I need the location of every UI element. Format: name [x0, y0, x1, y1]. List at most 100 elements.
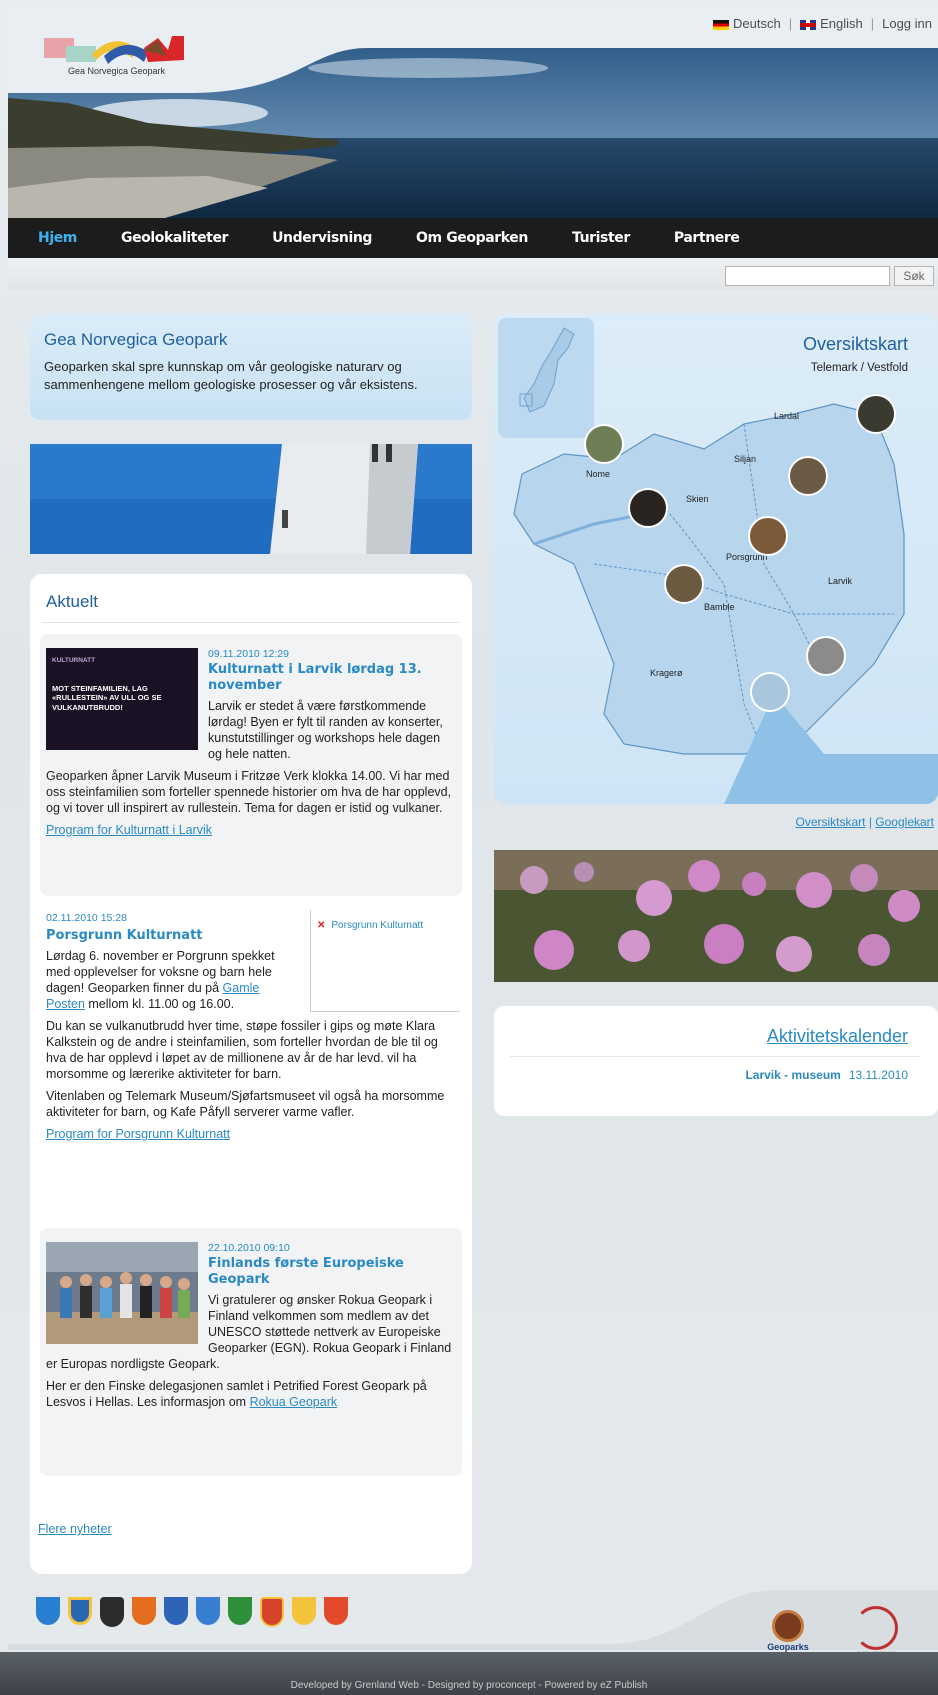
- news-program-link[interactable]: Program for Kulturnatt i Larvik: [46, 822, 456, 838]
- search-button[interactable]: Søk: [894, 266, 934, 286]
- shield-icon[interactable]: [132, 1597, 156, 1625]
- more-news-link[interactable]: Flere nyheter: [38, 1522, 112, 1536]
- calendar-entry-date: 13.11.2010: [848, 1068, 908, 1082]
- intro-text: Geoparken skal spre kunnskap om vår geol…: [44, 359, 418, 392]
- shield-icon[interactable]: [36, 1597, 60, 1625]
- calendar-entry-title: Larvik - museum: [745, 1068, 841, 1082]
- nav-item-geolokaliteter[interactable]: Geolokaliteter: [121, 230, 228, 246]
- calendar-entry[interactable]: Larvik - museum 13.11.2010: [745, 1068, 908, 1082]
- shield-icon[interactable]: [228, 1597, 252, 1625]
- image-alt-text: Porsgrunn Kulturnatt: [331, 920, 424, 931]
- intro-box: Gea Norvegica Geopark Geoparken skal spr…: [30, 314, 472, 420]
- shield-icon[interactable]: [324, 1597, 348, 1625]
- login-link[interactable]: Logg inn: [882, 16, 932, 31]
- map-subtitle: Telemark / Vestfold: [810, 362, 908, 374]
- overview-map-panel: Oversiktskart Telemark / Vestfold Lardal…: [494, 314, 938, 804]
- divider: [42, 622, 460, 623]
- nav-item-partnere[interactable]: Partnere: [674, 230, 740, 246]
- geoparks-logo[interactable]: Geoparks: [758, 1610, 818, 1658]
- shield-icon[interactable]: [68, 1597, 92, 1625]
- municipality-shields: [36, 1597, 348, 1627]
- credit-text: - Designed by: [418, 1680, 487, 1691]
- image-brand: KULTURNATT: [52, 657, 96, 664]
- globe-icon: [772, 1610, 804, 1642]
- news-item: KULTURNATT MOT STEINFAMILIEN, LAG «RULLE…: [40, 634, 462, 896]
- shield-icon[interactable]: [164, 1597, 188, 1625]
- lang-de-link[interactable]: Deutsch: [712, 16, 781, 31]
- shield-icon[interactable]: [196, 1597, 220, 1625]
- geopark-logo: [44, 36, 184, 64]
- map-label-larvik[interactable]: Larvik: [828, 576, 852, 586]
- map-photo-marker[interactable]: [750, 672, 790, 712]
- divider: [510, 1056, 920, 1057]
- nav-item-om-geoparken[interactable]: Om Geoparken: [416, 230, 528, 246]
- geoparks-label: Geoparks: [767, 1642, 809, 1652]
- news-body: Vitenlaben og Telemark Museum/Sjøfartsmu…: [46, 1089, 445, 1119]
- map-photo-marker[interactable]: [628, 488, 668, 528]
- ggn-swoosh-icon: [854, 1606, 898, 1650]
- search-bar: Søk: [8, 258, 938, 290]
- map-graphic[interactable]: [494, 314, 938, 804]
- google-map-link[interactable]: Googlekart: [875, 815, 934, 829]
- news-body: Du kan se vulkanutbrudd hver time, støpe…: [46, 1019, 438, 1081]
- flowers-image: [494, 850, 938, 982]
- header: Gea Norvegica Geopark Deutsch | English …: [8, 8, 938, 218]
- nav-item-turister[interactable]: Turister: [572, 230, 630, 246]
- calendar-title-link[interactable]: Aktivitetskalender: [767, 1026, 908, 1047]
- news-item: 22.10.2010 09:10 Finlands første Europei…: [40, 1228, 462, 1476]
- shield-icon[interactable]: [292, 1597, 316, 1625]
- news-program-link[interactable]: Program for Porsgrunn Kulturnatt: [46, 1126, 456, 1142]
- lighthouse-image: [30, 444, 472, 554]
- map-label-skien[interactable]: Skien: [686, 494, 709, 504]
- news-section-title: Aktuelt: [46, 592, 98, 611]
- news-panel: Aktuelt KULTURNATT MOT STEINFAMILIEN, LA…: [30, 574, 472, 1574]
- logo-caption: Gea Norvegica Geopark: [68, 66, 166, 76]
- map-photo-marker[interactable]: [664, 564, 704, 604]
- language-bar: Deutsch | English | Logg inn: [712, 16, 932, 31]
- credit-text: - Powered by: [535, 1680, 601, 1691]
- map-photo-marker[interactable]: [788, 456, 828, 496]
- map-photo-marker[interactable]: [856, 394, 896, 434]
- map-label-lardal[interactable]: Lardal: [774, 411, 799, 421]
- nav-item-hjem[interactable]: Hjem: [38, 230, 77, 246]
- german-flag-icon: [712, 19, 729, 30]
- page: { "header": { "logo_text": "Gea Norvegic…: [0, 0, 938, 1695]
- nav-item-undervisning[interactable]: Undervisning: [272, 230, 372, 246]
- proconcept-link[interactable]: proconcept: [486, 1680, 535, 1691]
- body-text: Her er den Finske delegasjonen samlet i …: [46, 1379, 427, 1409]
- map-photo-marker[interactable]: [806, 636, 846, 676]
- credit-text: Developed by: [290, 1680, 355, 1691]
- map-label-siljan[interactable]: Siljan: [734, 454, 756, 464]
- ez-publish-link[interactable]: eZ Publish: [600, 1680, 647, 1691]
- map-photo-marker[interactable]: [748, 516, 788, 556]
- map-label-kragero[interactable]: Kragerø: [650, 668, 683, 678]
- main-nav: Hjem Geolokaliteter Undervisning Om Geop…: [8, 218, 938, 258]
- shield-icon[interactable]: [100, 1597, 124, 1627]
- news-image-kulturnatt[interactable]: KULTURNATT MOT STEINFAMILIEN, LAG «RULLE…: [46, 648, 198, 750]
- news-body: Geoparken åpner Larvik Museum i Fritzøe …: [46, 769, 452, 815]
- map-links: Oversiktskart | Googlekart: [795, 815, 934, 829]
- footer-credits: Developed by Grenland Web - Designed by …: [0, 1680, 938, 1691]
- broken-image-icon: ✕: [317, 920, 326, 931]
- shield-icon[interactable]: [260, 1597, 284, 1627]
- map-label-nome[interactable]: Nome: [586, 469, 610, 479]
- grenland-web-link[interactable]: Grenland Web: [355, 1680, 419, 1691]
- divider: |: [870, 16, 875, 31]
- map-label-bamble[interactable]: Bamble: [704, 602, 735, 612]
- overview-map-link[interactable]: Oversiktskart: [795, 815, 865, 829]
- lang-de-label: Deutsch: [732, 16, 781, 31]
- search-input[interactable]: [725, 266, 890, 286]
- divider: |: [788, 16, 793, 31]
- map-title: Oversiktskart: [802, 334, 908, 354]
- activity-calendar-panel: Aktivitetskalender Larvik - museum 13.11.…: [494, 1006, 938, 1116]
- news-image-delegation[interactable]: [46, 1242, 198, 1344]
- lang-en-label: English: [820, 16, 863, 31]
- lang-en-link[interactable]: English: [800, 16, 863, 31]
- news-image-placeholder[interactable]: ✕ Porsgrunn Kulturnatt: [310, 910, 460, 1012]
- map-photo-marker[interactable]: [584, 424, 624, 464]
- intro-title: Gea Norvegica Geopark: [44, 330, 228, 349]
- lead-text: mellom kl. 11.00 og 16.00.: [84, 997, 235, 1011]
- news-item: ✕ Porsgrunn Kulturnatt 02.11.2010 15:28 P…: [40, 910, 462, 1210]
- uk-flag-icon: [800, 19, 817, 30]
- rokua-geopark-link[interactable]: Rokua Geopark: [250, 1395, 338, 1409]
